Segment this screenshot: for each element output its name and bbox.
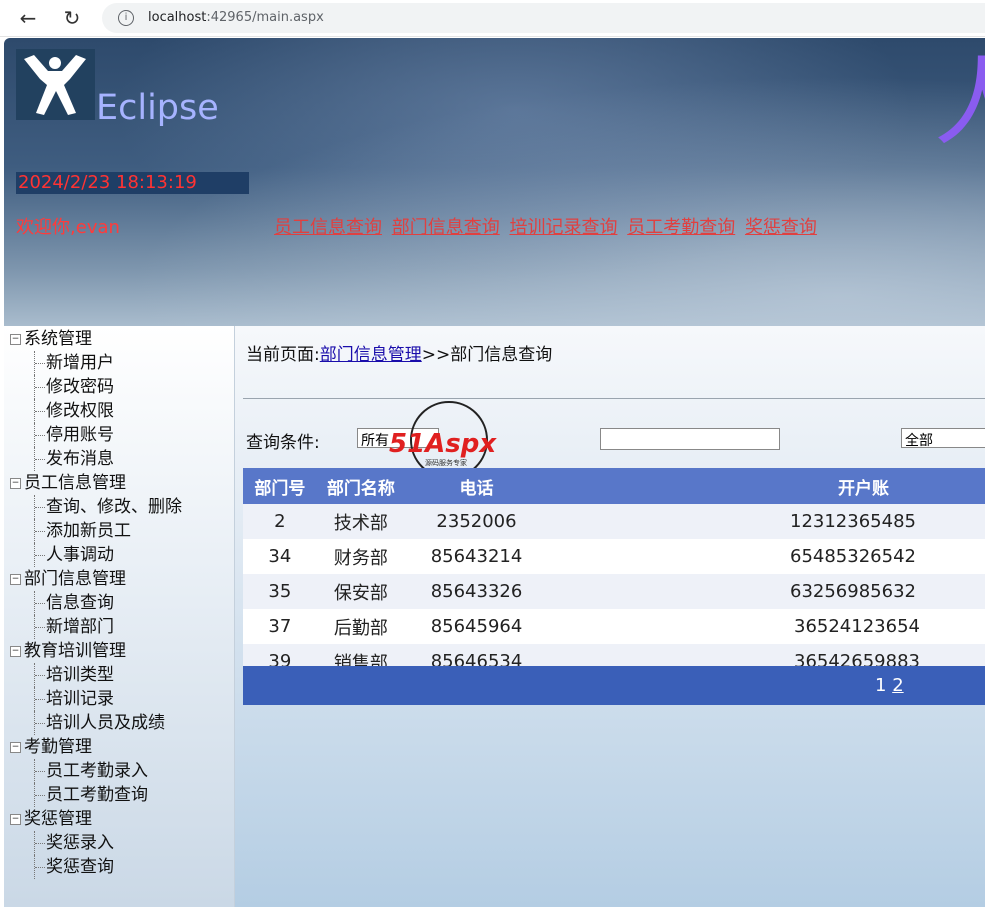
cell-phone: 85643326 <box>405 574 548 609</box>
cell-dept-name: 后勤部 <box>316 609 406 644</box>
pager-current-page: 1 <box>875 675 887 696</box>
col-dept-name: 部门名称 <box>316 468 406 504</box>
divider <box>243 398 985 399</box>
tree-item-add-dept[interactable]: 新增部门 <box>34 615 114 639</box>
collapse-icon[interactable]: − <box>10 334 21 345</box>
tree-item-disable-account[interactable]: 停用账号 <box>34 423 114 447</box>
cell-dept-id: 2 <box>243 504 317 539</box>
col-account: 开户账 <box>548 468 985 504</box>
query-input[interactable] <box>600 428 780 450</box>
cell-account: 63256985632 <box>548 574 985 609</box>
tree-item-trainee-scores[interactable]: 培训人员及成绩 <box>34 711 165 735</box>
cell-dept-id: 35 <box>243 574 317 609</box>
browser-toolbar: ← ↻ i localhost:42965/main.aspx <box>0 0 985 37</box>
tree-item-reward-entry[interactable]: 奖惩录入 <box>34 831 114 855</box>
collapse-icon[interactable]: − <box>10 742 21 753</box>
collapse-icon[interactable]: − <box>10 478 21 489</box>
breadcrumb-link-department[interactable]: 部门信息管理 <box>320 345 422 365</box>
table-row: 2 技术部 2352006 12312365485 <box>243 504 985 539</box>
cell-account: 12312365485 <box>548 504 985 539</box>
cell-phone: 85643214 <box>405 539 548 574</box>
cell-dept-name: 保安部 <box>316 574 406 609</box>
table-row: 37 后勤部 85645964 36524123654 <box>243 609 985 644</box>
logo-image <box>16 49 95 120</box>
main-content: 当前页面:部门信息管理>>部门信息查询 查询条件: 所有 全部 51Aspx 源… <box>235 326 985 907</box>
cell-dept-id: 37 <box>243 609 317 644</box>
nav-employee-query[interactable]: 员工信息查询 <box>274 217 382 238</box>
tree-group-system[interactable]: − 系统管理 <box>10 327 92 351</box>
nav-training-query[interactable]: 培训记录查询 <box>509 217 617 238</box>
tree-item-dept-query[interactable]: 信息查询 <box>34 591 114 615</box>
collapse-icon[interactable]: − <box>10 574 21 585</box>
breadcrumb-current: >>部门信息查询 <box>421 345 553 365</box>
tree-item-training-record[interactable]: 培训记录 <box>34 687 114 711</box>
tree-group-reward[interactable]: − 奖惩管理 <box>10 807 92 831</box>
tree-item-query-edit-delete[interactable]: 查询、修改、删除 <box>34 495 182 519</box>
current-datetime: 2024/2/23 18:13:19 <box>16 172 249 194</box>
pager-page-link[interactable]: 2 <box>892 675 903 696</box>
brand-name: Eclipse <box>96 88 219 128</box>
cell-phone: 2352006 <box>405 504 548 539</box>
info-icon[interactable]: i <box>118 10 134 26</box>
tree-item-add-employee[interactable]: 添加新员工 <box>34 519 131 543</box>
tree-item-attendance-entry[interactable]: 员工考勤录入 <box>34 759 148 783</box>
sidebar-tree: − 系统管理 新增用户 修改密码 修改权限 停用账号 发布消息 − 员工信息管理 查… <box>4 326 235 907</box>
nav-reward-query[interactable]: 奖惩查询 <box>745 217 817 238</box>
tree-item-add-user[interactable]: 新增用户 <box>34 351 114 375</box>
top-nav: 员工信息查询 部门信息查询 培训记录查询 员工考勤查询 奖惩查询 <box>274 213 821 239</box>
col-phone: 电话 <box>405 468 548 504</box>
query-label: 查询条件: <box>246 433 320 453</box>
query-scope-select[interactable]: 全部 <box>901 428 985 449</box>
watermark-text: 51Aspx <box>389 429 497 459</box>
collapse-icon[interactable]: − <box>10 814 21 825</box>
cell-dept-name: 财务部 <box>316 539 406 574</box>
table-row: 34 财务部 85643214 65485326542 <box>243 539 985 574</box>
table-pager: 1 2 <box>243 666 985 705</box>
tree-item-publish-message[interactable]: 发布消息 <box>34 447 114 471</box>
breadcrumb-prefix: 当前页面: <box>246 345 320 365</box>
tree-group-department[interactable]: − 部门信息管理 <box>10 567 126 591</box>
collapse-icon[interactable]: − <box>10 646 21 657</box>
tree-item-attendance-query[interactable]: 员工考勤查询 <box>34 783 148 807</box>
tree-item-reward-query[interactable]: 奖惩查询 <box>34 855 114 879</box>
welcome-text: 欢迎你,evan <box>16 217 120 238</box>
cell-phone: 85645964 <box>405 609 548 644</box>
cell-account: 65485326542 <box>548 539 985 574</box>
nav-department-query[interactable]: 部门信息查询 <box>392 217 500 238</box>
tree-group-training[interactable]: − 教育培训管理 <box>10 639 126 663</box>
nav-attendance-query[interactable]: 员工考勤查询 <box>627 217 735 238</box>
back-arrow-icon[interactable]: ← <box>16 6 40 30</box>
url-text: localhost:42965/main.aspx <box>148 10 324 25</box>
tree-item-transfer[interactable]: 人事调动 <box>34 543 114 567</box>
tree-group-employee[interactable]: − 员工信息管理 <box>10 471 126 495</box>
cell-dept-name: 技术部 <box>316 504 406 539</box>
watermark-subtext: 源码服务专家 <box>425 458 467 467</box>
cell-account: 36524123654 <box>548 609 985 644</box>
department-table: 部门号 部门名称 电话 开户账 2 技术部 2352006 1231236548… <box>243 468 985 679</box>
tree-group-attendance[interactable]: − 考勤管理 <box>10 735 92 759</box>
table-row: 35 保安部 85643326 63256985632 <box>243 574 985 609</box>
tree-item-change-permission[interactable]: 修改权限 <box>34 399 114 423</box>
cell-dept-id: 34 <box>243 539 317 574</box>
reload-icon[interactable]: ↻ <box>60 6 84 30</box>
banner-glyph: 人 <box>934 47 985 159</box>
address-bar[interactable]: i localhost:42965/main.aspx <box>102 3 985 33</box>
tree-item-change-password[interactable]: 修改密码 <box>34 375 114 399</box>
col-dept-id: 部门号 <box>243 468 317 504</box>
tree-item-training-type[interactable]: 培训类型 <box>34 663 114 687</box>
breadcrumb: 当前页面:部门信息管理>>部门信息查询 <box>246 340 552 365</box>
